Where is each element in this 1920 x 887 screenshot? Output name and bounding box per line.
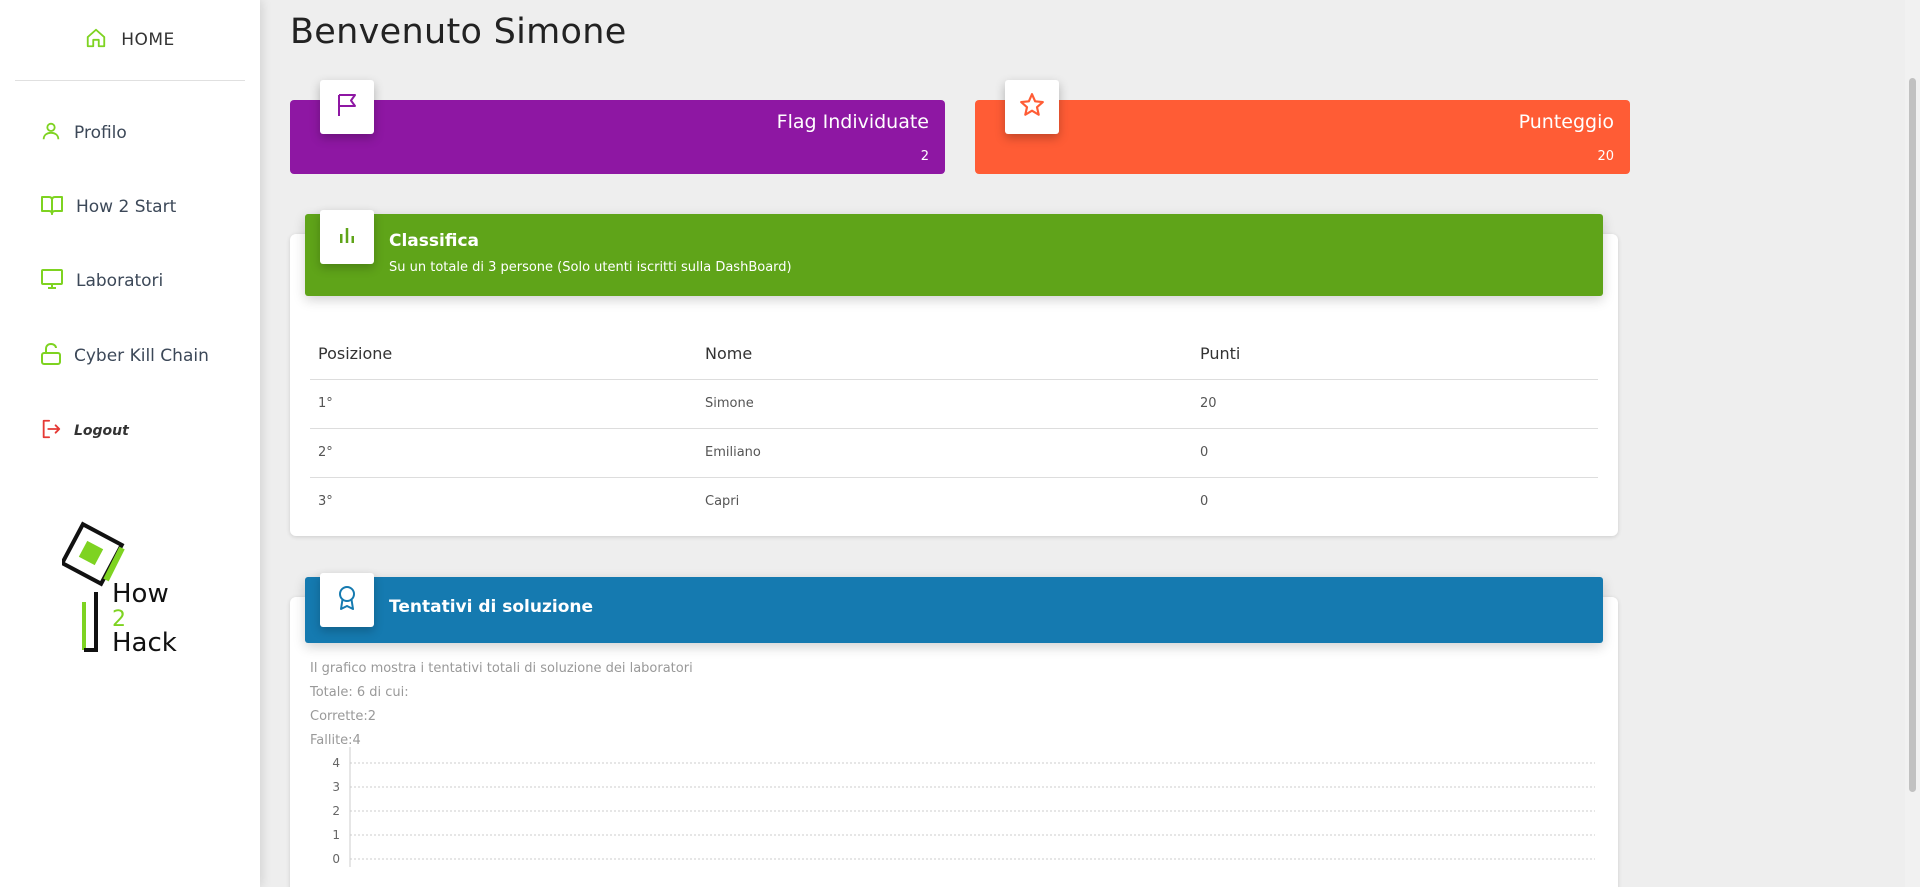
cell-points: 0: [1192, 428, 1598, 478]
attempts-panel: Tentativi di soluzione Il grafico mostra…: [290, 573, 1618, 887]
flag-card-title: Flag Individuate: [776, 111, 929, 133]
home-icon: [85, 27, 107, 53]
cell-name: Emiliano: [697, 428, 1192, 478]
leaderboard-panel: Classifica Su un totale di 3 persone (So…: [290, 210, 1618, 536]
table-row: 2° Emiliano 0: [310, 428, 1598, 478]
badge-icon-box: [320, 573, 374, 627]
attempts-total: Totale: 6 di cui:: [310, 685, 409, 700]
leaderboard-table: Posizione Nome Punti 1° Simone 20 2° Emi…: [310, 329, 1598, 526]
score-card-value: 20: [1597, 149, 1614, 164]
cell-position: 3°: [318, 494, 333, 510]
cell-position: 1°: [310, 379, 697, 429]
column-header-punti: Punti: [1192, 329, 1598, 380]
flag-card-value: 2: [920, 149, 929, 164]
cell-points: 20: [1192, 379, 1598, 429]
attempts-title: Tentativi di soluzione: [389, 597, 594, 617]
scrollbar-thumb[interactable]: [1909, 78, 1916, 792]
y-tick-label: 3: [332, 780, 340, 794]
sidebar: HOME Profilo How 2 Start Laboratori Cybe…: [0, 0, 260, 887]
home-label: HOME: [121, 30, 175, 50]
sidebar-item-cyber-kill-chain[interactable]: Cyber Kill Chain: [40, 342, 209, 370]
bar-chart-icon: [337, 225, 357, 249]
score-card-title: Punteggio: [1518, 111, 1614, 133]
sidebar-item-profilo[interactable]: Profilo: [40, 120, 127, 146]
cell-name: Capri: [705, 494, 740, 510]
attempts-correct: Corrette:2: [310, 709, 377, 724]
flag-icon: [335, 92, 359, 122]
sidebar-item-laboratori[interactable]: Laboratori: [40, 268, 163, 294]
column-header-posizione: Posizione: [310, 329, 697, 380]
attempts-failed: Fallite:4: [310, 733, 361, 748]
svg-text:Hack: Hack: [112, 628, 177, 658]
award-icon: [336, 585, 358, 615]
book-icon: [40, 194, 64, 220]
vertical-scrollbar[interactable]: [1905, 0, 1920, 887]
flag-card: Flag Individuate 2: [290, 80, 945, 174]
sidebar-item-label: Laboratori: [76, 271, 164, 291]
leaderboard-title: Classifica: [389, 231, 479, 251]
star-icon: [1019, 92, 1045, 122]
star-icon-box: [1005, 80, 1059, 134]
cell-name: Simone: [697, 379, 1192, 429]
sidebar-item-label: How 2 Start: [76, 197, 177, 217]
leaderboard-subtitle: Su un totale di 3 persone (Solo utenti i…: [389, 260, 792, 275]
logout-label: Logout: [74, 423, 129, 439]
y-tick-label: 1: [332, 828, 340, 842]
y-tick-label: 2: [332, 804, 340, 818]
cell-points: 0: [1200, 494, 1209, 510]
y-tick-label: 4: [332, 756, 340, 770]
logout-link[interactable]: Logout: [40, 418, 129, 444]
cell-position: 2°: [310, 428, 697, 478]
svg-text:How: How: [112, 579, 169, 609]
table-row: 3° Capri 0: [310, 477, 1598, 526]
score-card: Punteggio 20: [975, 80, 1630, 174]
y-tick-label: 0: [332, 852, 340, 866]
monitor-icon: [40, 268, 64, 294]
lock-open-icon: [40, 342, 62, 370]
sidebar-item-how2start[interactable]: How 2 Start: [40, 194, 176, 220]
sidebar-item-label: Cyber Kill Chain: [74, 346, 209, 366]
table-header-row: Posizione Nome Punti: [310, 329, 1598, 380]
column-header-nome: Nome: [697, 329, 1192, 380]
attempts-header: Tentativi di soluzione: [305, 573, 1603, 643]
flag-icon-box: [320, 80, 374, 134]
attempts-chart: 4 3 2 1 0: [332, 747, 1595, 867]
how2hack-logo: How 2 Hack: [62, 521, 177, 658]
home-link[interactable]: HOME: [15, 0, 245, 81]
table-row: 1° Simone 20: [310, 379, 1598, 429]
logout-icon: [40, 418, 62, 444]
sidebar-item-label: Profilo: [74, 123, 127, 143]
leaderboard-header: Classifica Su un totale di 3 persone (So…: [305, 210, 1603, 296]
bar-chart-icon-box: [320, 210, 374, 264]
page-title: Benvenuto Simone: [290, 12, 627, 52]
user-icon: [40, 120, 62, 146]
attempts-description: Il grafico mostra i tentativi totali di …: [310, 661, 693, 676]
